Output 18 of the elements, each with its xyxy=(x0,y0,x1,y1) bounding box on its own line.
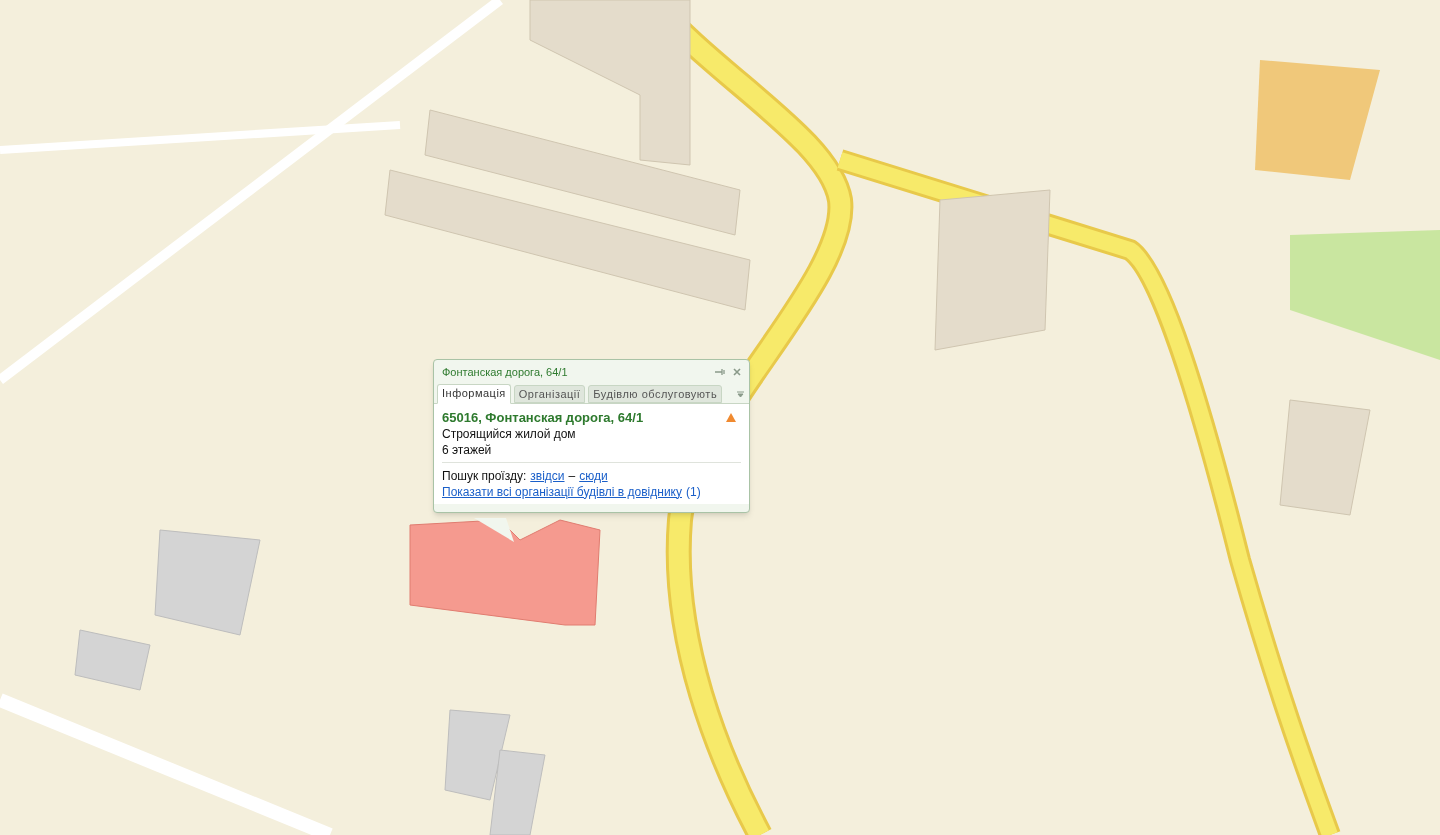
popup-tab[interactable]: Організації xyxy=(513,384,586,403)
warning-icon[interactable] xyxy=(726,412,736,422)
close-icon[interactable] xyxy=(733,368,741,377)
popup-tail-icon xyxy=(474,518,514,542)
route-from-link[interactable]: звідси xyxy=(530,467,565,484)
popup-tab[interactable]: Інформація xyxy=(437,383,511,404)
pin-icon[interactable] xyxy=(715,368,725,377)
directory-count: (1) xyxy=(686,483,701,500)
route-label: Пошук проїзду: xyxy=(442,467,527,484)
dropdown-icon[interactable] xyxy=(737,390,744,398)
building-description: Строящийся жилой дом xyxy=(442,425,577,442)
route-separator: – xyxy=(568,467,576,484)
floors-count: 6 этажей xyxy=(442,441,493,458)
directory-link[interactable]: Показати всі організації будівлі в довіднику xyxy=(442,483,682,500)
address-heading: 65016, Фонтанская дорога, 64/1 xyxy=(442,409,644,426)
route-to-link[interactable]: сюди xyxy=(579,467,608,484)
popup-title: Фонтанская дорога, 64/1 xyxy=(442,365,568,380)
popup-tab[interactable]: Будівлю обслуговують xyxy=(588,384,723,403)
